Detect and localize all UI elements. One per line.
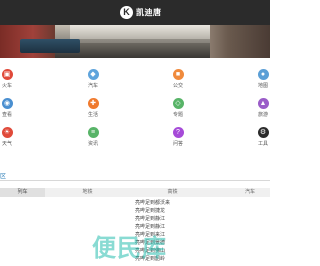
- map-icon: ●: [257, 69, 269, 80]
- list-item[interactable]: 亮哔足到静江: [0, 215, 270, 223]
- section-divider: [0, 180, 270, 181]
- tab-0[interactable]: 列车: [0, 188, 45, 197]
- banner-image[interactable]: [0, 25, 270, 58]
- news-icon: ≡: [87, 127, 99, 138]
- tab-bar: 列车 地铁 高铁 汽车: [0, 188, 270, 197]
- list-item[interactable]: 亮哔足到捷龙: [0, 207, 270, 215]
- brand[interactable]: K 凯迪唐: [120, 5, 162, 20]
- view-icon: ◉: [1, 98, 13, 109]
- car-icon: ◆: [87, 69, 99, 80]
- weather-icon: ☀: [1, 127, 13, 138]
- category-train[interactable]: ▣ 火车: [0, 69, 22, 91]
- category-row: ☀ 天气 ≡ 资讯 ? 问答 ⚙ 工具: [0, 127, 270, 149]
- section-title: 区: [0, 174, 7, 180]
- list-item[interactable]: 亮哔足到都沃来: [0, 199, 270, 207]
- topic-icon: ◇: [172, 98, 184, 109]
- category-row: ◉ 查看 ✚ 生活 ◇ 专题 ▲ 旅游: [0, 98, 270, 120]
- category-qa[interactable]: ? 问答: [163, 127, 193, 149]
- category-map[interactable]: ● 地图: [248, 69, 278, 91]
- category-topic[interactable]: ◇ 专题: [163, 98, 193, 120]
- category-bus[interactable]: ■ 公交: [163, 69, 193, 91]
- tools-icon: ⚙: [257, 127, 269, 138]
- category-row: ▣ 火车 ◆ 汽车 ■ 公交 ● 地图: [0, 69, 270, 91]
- tab-3[interactable]: 汽车: [230, 188, 270, 197]
- category-weather[interactable]: ☀ 天气: [0, 127, 22, 149]
- qa-icon: ?: [172, 127, 184, 138]
- category-car[interactable]: ◆ 汽车: [78, 69, 108, 91]
- category-view[interactable]: ◉ 查看: [0, 98, 22, 120]
- watermark: 便民库: [92, 234, 167, 262]
- top-bar: K 凯迪唐: [0, 0, 270, 25]
- life-icon: ✚: [87, 98, 99, 109]
- tab-2[interactable]: 高铁: [145, 188, 200, 197]
- bus-icon: ■: [172, 69, 184, 80]
- tab-1[interactable]: 地铁: [60, 188, 115, 197]
- brand-logo-icon: K: [120, 6, 133, 19]
- travel-icon: ▲: [257, 98, 269, 109]
- category-travel[interactable]: ▲ 旅游: [248, 98, 278, 120]
- category-tools[interactable]: ⚙ 工具: [248, 127, 278, 149]
- brand-name: 凯迪唐: [136, 8, 162, 17]
- category-life[interactable]: ✚ 生活: [78, 98, 108, 120]
- train-icon: ▣: [1, 69, 13, 80]
- category-news[interactable]: ≡ 资讯: [78, 127, 108, 149]
